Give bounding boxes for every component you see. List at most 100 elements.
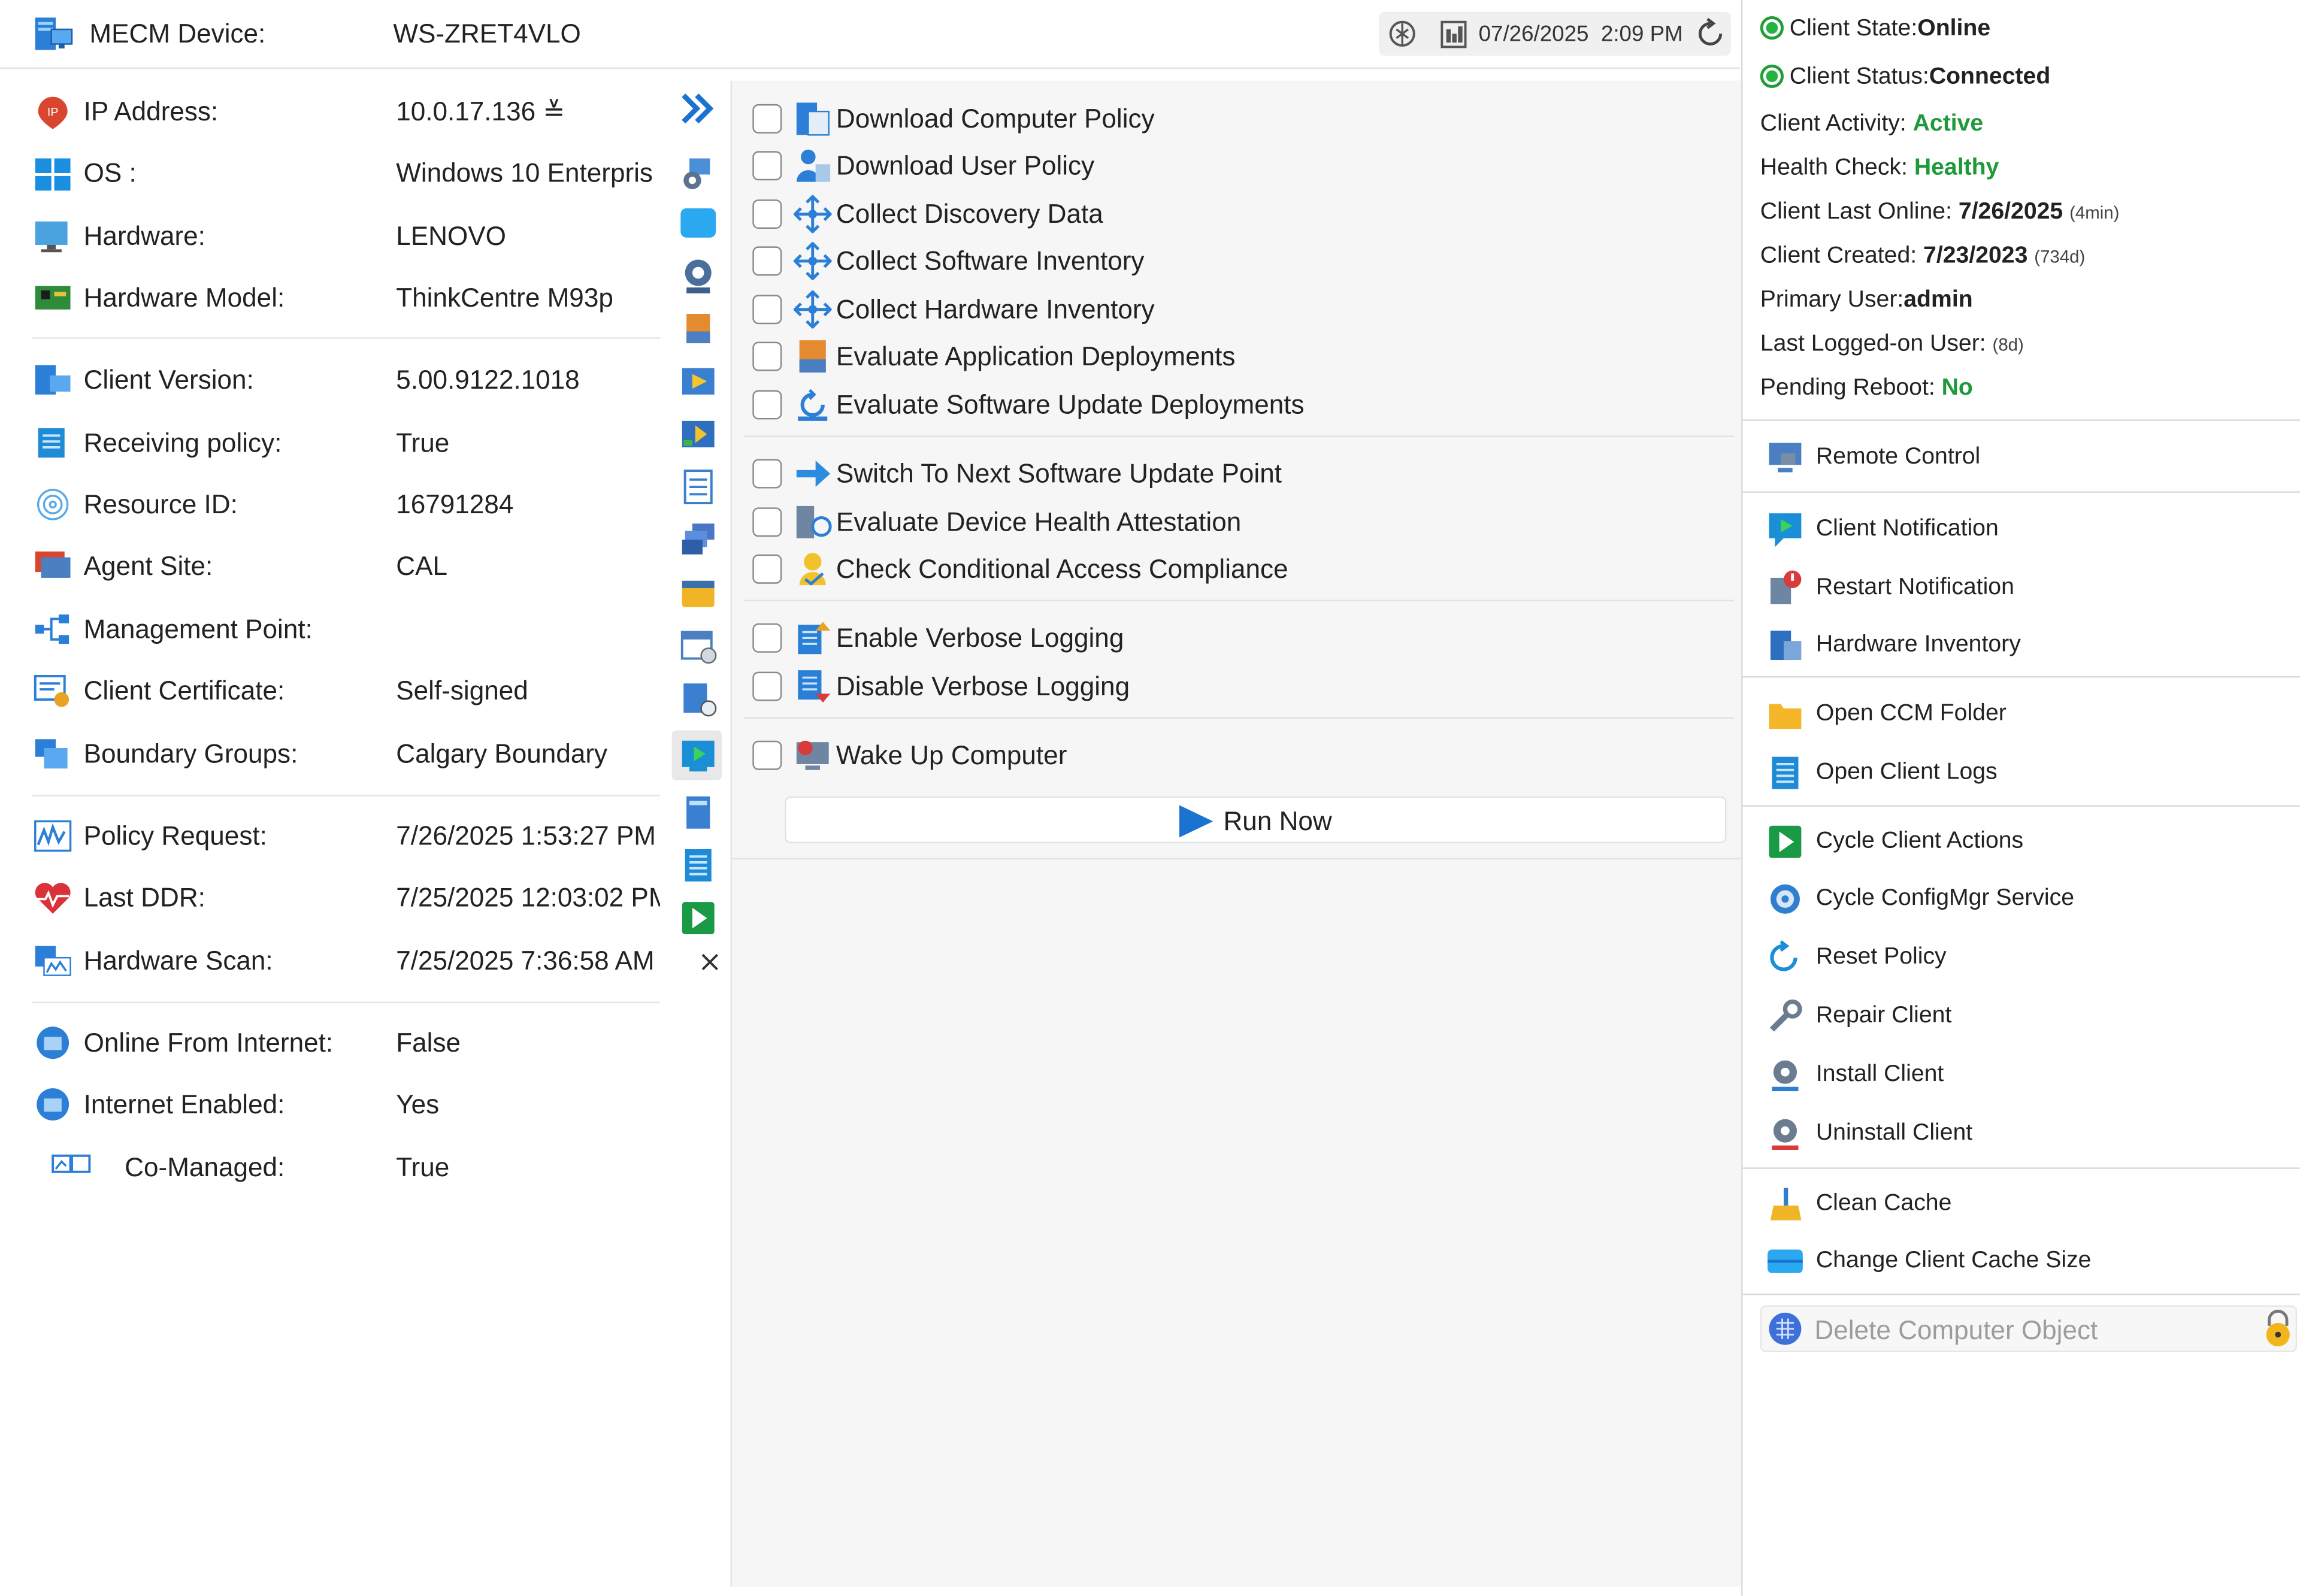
remote-screen-icon[interactable] — [677, 202, 719, 244]
folder-icon[interactable] — [677, 572, 719, 613]
action-checkbox[interactable] — [752, 341, 782, 371]
last-logged-user-label: Last Logged-on User: — [1760, 331, 1986, 357]
action-download-computer-policy[interactable]: Download Computer Policy — [749, 97, 1732, 141]
info-value: LENOVO — [396, 221, 506, 251]
package-icon[interactable] — [677, 308, 719, 349]
install-gear-icon — [1772, 1060, 1799, 1092]
wrench-icon — [1769, 999, 1802, 1032]
action-check-conditional-access-compliance[interactable]: Check Conditional Access Compliance — [749, 547, 1732, 590]
gears-computer-icon[interactable] — [677, 153, 719, 194]
delete-computer-object-button[interactable]: Delete Computer Object — [1760, 1305, 2298, 1352]
action-checkbox[interactable] — [752, 459, 782, 489]
primary-user-row: Primary User:admin — [1760, 287, 1973, 314]
run-now-button[interactable]: Run Now — [785, 796, 1727, 844]
action-evaluate-device-health-attestation[interactable]: Evaluate Device Health Attestation — [749, 500, 1732, 544]
last-logged-user-row: Last Logged-on User: (8d) — [1760, 331, 2024, 358]
deploy-window-icon[interactable] — [677, 414, 719, 455]
info-row-os: OS : Windows 10 Enterpris — [0, 144, 667, 202]
cycle-service-icon — [1770, 884, 1800, 914]
action-evaluate-software-update-deployments[interactable]: Evaluate Software Update Deployments — [749, 383, 1732, 426]
info-row-resource-id: Resource ID: 16791284 — [0, 475, 667, 534]
checklist-icon[interactable] — [677, 467, 719, 508]
action-collect-discovery-data[interactable]: Collect Discovery Data — [749, 192, 1732, 236]
close-icon[interactable] — [698, 950, 722, 974]
install-client-button[interactable]: Install Client — [1763, 1053, 2292, 1097]
action-checkbox[interactable] — [752, 507, 782, 537]
info-label: Internet Enabled: — [83, 1089, 285, 1119]
client-status-value: Connected — [1929, 64, 2051, 90]
open-ccm-folder-button[interactable]: Open CCM Folder — [1763, 692, 2292, 736]
info-label: Client Certificate: — [83, 676, 285, 705]
action-switch-to-next-software-update-point[interactable]: Switch To Next Software Update Point — [749, 452, 1732, 495]
service-gear-icon[interactable] — [677, 255, 719, 296]
cache-divider — [1742, 1294, 2300, 1295]
calendar-icon[interactable] — [1440, 19, 1467, 49]
uninstall-client-button[interactable]: Uninstall Client — [1763, 1112, 2292, 1155]
pending-reboot-label: Pending Reboot: — [1760, 375, 1935, 401]
logs-list-icon[interactable] — [677, 845, 719, 886]
server-icon[interactable] — [677, 792, 719, 833]
action-checkbox[interactable] — [752, 295, 782, 325]
action-checkbox[interactable] — [752, 554, 782, 584]
action-checkbox[interactable] — [752, 623, 782, 653]
ai-assistant-icon[interactable] — [1388, 19, 1417, 49]
client-activity-label: Client Activity: — [1760, 111, 1906, 137]
info-row-ip-address: IP IP Address: 10.0.17.136 ≚ — [0, 82, 667, 141]
last-online-row: Client Last Online: 7/26/2025 (4min) — [1760, 199, 2120, 226]
action-wake-up-computer[interactable]: Wake Up Computer — [749, 734, 1732, 777]
action-enable-verbose-logging[interactable]: Enable Verbose Logging — [749, 616, 1732, 660]
action-evaluate-application-deployments[interactable]: Evaluate Application Deployments — [749, 334, 1732, 378]
play-cycle-icon[interactable] — [677, 898, 719, 939]
inventory-divider — [1742, 676, 2300, 678]
action-divider — [743, 717, 1734, 719]
discovery-arrows-icon — [793, 242, 832, 280]
client-notification-label: Client Notification — [1815, 516, 1999, 541]
delete-globe-icon — [1769, 1312, 1802, 1345]
reset-policy-button[interactable]: Reset Policy — [1763, 935, 2292, 979]
action-checkbox[interactable] — [752, 671, 782, 701]
action-checkbox[interactable] — [752, 199, 782, 229]
building-clock-icon[interactable] — [677, 677, 719, 719]
clean-cache-button[interactable]: Clean Cache — [1763, 1182, 2292, 1226]
user-policy-icon — [796, 149, 831, 182]
info-value: 7/25/2025 7:36:58 AM — [396, 946, 655, 976]
multi-screen-icon[interactable] — [677, 519, 719, 561]
hardware-inventory-button[interactable]: Hardware Inventory — [1763, 623, 2292, 667]
open-client-logs-button[interactable]: Open Client Logs — [1763, 751, 2292, 795]
open-client-logs-label: Open Client Logs — [1815, 759, 1998, 785]
action-checkbox[interactable] — [752, 104, 782, 134]
client-notification-button[interactable]: Client Notification — [1763, 507, 2292, 551]
header-datetime: 07/26/2025 2:09 PM — [1479, 22, 1683, 47]
schedule-icon[interactable] — [677, 625, 719, 666]
info-row-online-from-internet: Online From Internet: False — [0, 1013, 667, 1072]
online-indicator-icon — [1760, 16, 1784, 40]
reset-policy-label: Reset Policy — [1815, 944, 1947, 970]
cycle-configmgr-service-button[interactable]: Cycle ConfigMgr Service — [1763, 877, 2292, 921]
change-cache-size-button[interactable]: Change Client Cache Size — [1763, 1239, 2292, 1283]
client-logs-icon — [1772, 756, 1799, 789]
remote-control-button[interactable]: Remote Control — [1763, 435, 2292, 479]
action-checkbox[interactable] — [752, 390, 782, 420]
action-checkbox[interactable] — [752, 246, 782, 276]
action-disable-verbose-logging[interactable]: Disable Verbose Logging — [749, 664, 1732, 708]
action-label: Switch To Next Software Update Point — [836, 459, 1282, 489]
notification-play-icon[interactable] — [677, 735, 719, 776]
cycle-client-actions-button[interactable]: Cycle Client Actions — [1763, 820, 2292, 864]
action-collect-software-inventory[interactable]: Collect Software Inventory — [749, 239, 1732, 283]
restart-notification-button[interactable]: Restart Notification — [1763, 566, 2292, 610]
repair-client-button[interactable]: Repair Client — [1763, 994, 2292, 1038]
refresh-icon[interactable] — [1693, 16, 1728, 52]
change-cache-size-label: Change Client Cache Size — [1815, 1248, 2092, 1273]
action-collect-hardware-inventory[interactable]: Collect Hardware Inventory — [749, 287, 1732, 331]
computer-policy-icon — [796, 102, 830, 136]
action-checkbox[interactable] — [752, 740, 782, 770]
co-managed-icon — [52, 1154, 91, 1173]
action-checkbox[interactable] — [752, 151, 782, 181]
mecm-device-label: MECM Device: — [89, 19, 266, 49]
action-label: Collect Discovery Data — [836, 199, 1103, 229]
action-download-user-policy[interactable]: Download User Policy — [749, 144, 1732, 187]
info-value: True — [396, 1152, 450, 1182]
update-window-icon[interactable] — [677, 361, 719, 402]
info-label: Client Version: — [83, 365, 254, 395]
expand-chevron-icon[interactable] — [677, 88, 719, 129]
